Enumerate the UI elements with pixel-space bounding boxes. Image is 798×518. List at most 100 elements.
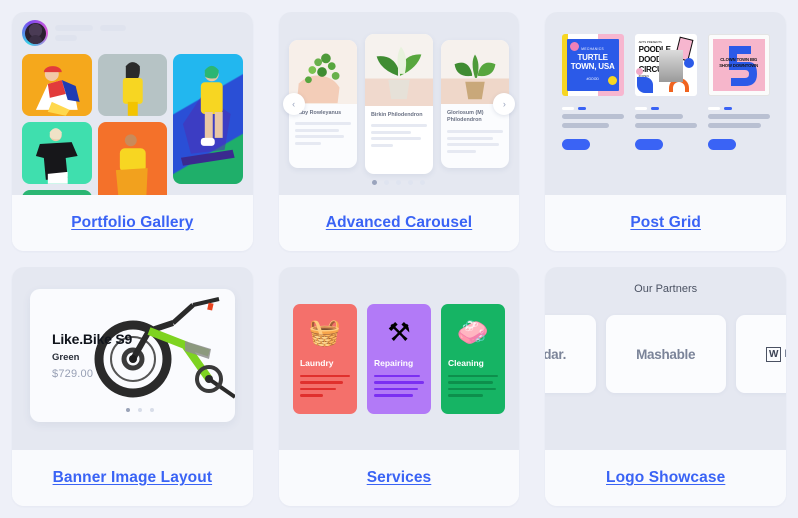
- logo-showcase-content: Our Partners dar. Mashable W I: [545, 267, 786, 450]
- profile-placeholder-lines: [55, 25, 126, 41]
- carousel-track: Baby Rowleyanus Birkin Philodendron Glor…: [279, 12, 520, 195]
- post-meta: [707, 107, 770, 150]
- services-list: 🧺 Laundry ⚒ Repairing 🧼 Cleaning: [279, 267, 520, 450]
- carousel-dot[interactable]: [420, 180, 426, 185]
- fashion-figure-icon: [181, 65, 235, 166]
- service-item-repairing[interactable]: ⚒ Repairing: [366, 303, 431, 414]
- service-title: Laundry: [299, 357, 334, 368]
- carousel-dot[interactable]: [408, 180, 414, 185]
- plant-title: Birkin Philodendron: [370, 111, 423, 118]
- service-title: Cleaning: [447, 357, 484, 368]
- banner-dots: [126, 408, 154, 412]
- profile-header: [12, 12, 253, 46]
- product-price: $729.00: [52, 368, 94, 380]
- placeholder-bar: [55, 35, 77, 41]
- placeholder-bar: [100, 25, 126, 31]
- placeholder-bar: [55, 25, 93, 31]
- banner-image-layout-preview: Like.Bike S9 Green $729.00: [12, 267, 253, 450]
- portfolio-tile-blue[interactable]: [173, 54, 243, 184]
- post-meta: [634, 107, 697, 150]
- fashion-figure-icon: [22, 190, 92, 195]
- product-banner[interactable]: Like.Bike S9 Green $729.00: [30, 289, 235, 422]
- post-read-more-button[interactable]: [561, 139, 590, 150]
- post-grid-preview: MECHANICS TURTLE TOWN, USA #GOOD ARTS PR…: [545, 12, 786, 195]
- service-item-cleaning[interactable]: 🧼 Cleaning: [440, 303, 505, 414]
- advanced-carousel-preview: Baby Rowleyanus Birkin Philodendron Glor…: [278, 12, 520, 195]
- portfolio-tile-green[interactable]: [22, 190, 92, 195]
- avatar: [22, 20, 48, 46]
- fashion-figure-icon: [35, 66, 80, 116]
- poster-kicker: ARTS PRESENTS: [638, 40, 662, 44]
- card-advanced-carousel[interactable]: Baby Rowleyanus Birkin Philodendron Glor…: [278, 12, 520, 251]
- carousel-dot[interactable]: [396, 180, 402, 185]
- carousel-dots: [279, 180, 520, 185]
- card-link-advanced-carousel[interactable]: Advanced Carousel: [326, 214, 472, 232]
- card-caption: Post Grid: [545, 195, 786, 251]
- card-services[interactable]: 🧺 Laundry ⚒ Repairing 🧼 Cleaning Service…: [278, 267, 520, 506]
- widget-gallery-grid: Portfolio Gallery Baby Rowleyanus Birkin…: [0, 0, 798, 518]
- card-link-portfolio-gallery[interactable]: Portfolio Gallery: [71, 214, 193, 232]
- carousel-next-button[interactable]: ›: [493, 92, 516, 115]
- partner-logo-text: dar.: [545, 346, 567, 362]
- partners-heading: Our Partners: [634, 283, 698, 295]
- service-item-laundry[interactable]: 🧺 Laundry: [292, 303, 357, 414]
- post-read-more-button[interactable]: [707, 139, 736, 150]
- card-link-services[interactable]: Services: [367, 469, 432, 487]
- post-item[interactable]: CLOWN TOWN BIG SHOW DOWNTOWN: [707, 34, 770, 195]
- services-preview: 🧺 Laundry ⚒ Repairing 🧼 Cleaning: [278, 267, 520, 450]
- card-link-banner-image-layout[interactable]: Banner Image Layout: [53, 469, 213, 487]
- banner-dot[interactable]: [126, 408, 130, 412]
- poster-title: TURTLE TOWN, USA: [570, 53, 615, 72]
- laundry-basket-icon: 🧺: [308, 316, 342, 347]
- logo-showcase-preview: Our Partners dar. Mashable W I: [545, 267, 786, 450]
- card-caption: Services: [278, 450, 520, 506]
- card-link-post-grid[interactable]: Post Grid: [630, 214, 701, 232]
- card-caption: Portfolio Gallery: [12, 195, 253, 251]
- plant-title: Gloriosum (M) Philodendron: [446, 109, 484, 124]
- soap-bubbles-icon: 🧼: [456, 316, 490, 347]
- card-logo-showcase[interactable]: Our Partners dar. Mashable W I Logo Show…: [545, 267, 786, 506]
- card-caption: Logo Showcase: [545, 450, 786, 506]
- hammers-icon: ⚒: [387, 316, 411, 347]
- post-thumbnail: MECHANICS TURTLE TOWN, USA #GOOD: [561, 34, 624, 96]
- post-item[interactable]: ARTS PRESENTS POODLE DOODLE CIRCUS #OPEN: [634, 34, 697, 195]
- portfolio-tile-yellow[interactable]: [22, 54, 92, 116]
- banner-dot[interactable]: [138, 408, 142, 412]
- carousel-prev-button[interactable]: ‹: [282, 92, 305, 115]
- partner-logo-mashable[interactable]: Mashable: [605, 315, 726, 393]
- chevron-left-icon: ‹: [292, 98, 296, 109]
- service-placeholder-lines: [373, 374, 424, 397]
- portfolio-tile-orange[interactable]: [97, 122, 168, 195]
- card-post-grid[interactable]: MECHANICS TURTLE TOWN, USA #GOOD ARTS PR…: [545, 12, 786, 251]
- carousel-slide[interactable]: Birkin Philodendron: [364, 33, 433, 174]
- product-title: Like.Bike S9: [52, 331, 133, 347]
- service-title: Repairing: [373, 357, 414, 368]
- banner-text: Like.Bike S9 Green $729.00: [30, 331, 132, 380]
- plant-body: Birkin Philodendron: [365, 106, 433, 147]
- post-item[interactable]: MECHANICS TURTLE TOWN, USA #GOOD: [561, 34, 624, 195]
- card-caption: Banner Image Layout: [12, 450, 253, 506]
- card-caption: Advanced Carousel: [278, 195, 520, 251]
- partner-logo-dar[interactable]: dar.: [545, 315, 596, 393]
- chevron-right-icon: ›: [502, 98, 506, 109]
- service-placeholder-lines: [299, 374, 350, 397]
- partner-logos: dar. Mashable W I: [545, 315, 786, 393]
- portfolio-tiles: [12, 46, 253, 195]
- plant-pot-icon: [376, 46, 422, 99]
- card-portfolio-gallery[interactable]: Portfolio Gallery: [12, 12, 253, 251]
- post-thumbnail: CLOWN TOWN BIG SHOW DOWNTOWN: [707, 34, 770, 96]
- card-banner-image-layout[interactable]: Like.Bike S9 Green $729.00 Banner Image …: [12, 267, 253, 506]
- fashion-figure-icon: [122, 62, 143, 116]
- portfolio-tile-gray[interactable]: [97, 54, 168, 116]
- portfolio-tile-teal[interactable]: [22, 122, 92, 184]
- partner-logo-w[interactable]: W I: [735, 315, 786, 393]
- carousel-dot[interactable]: [384, 180, 390, 185]
- post-read-more-button[interactable]: [634, 139, 663, 150]
- card-link-logo-showcase[interactable]: Logo Showcase: [606, 469, 725, 487]
- portfolio-gallery-preview: [12, 12, 253, 195]
- carousel-dot[interactable]: [372, 180, 378, 185]
- partner-logo-suffix: I: [784, 348, 786, 360]
- banner-dot[interactable]: [150, 408, 154, 412]
- service-placeholder-lines: [447, 374, 498, 397]
- post-meta: [561, 107, 624, 150]
